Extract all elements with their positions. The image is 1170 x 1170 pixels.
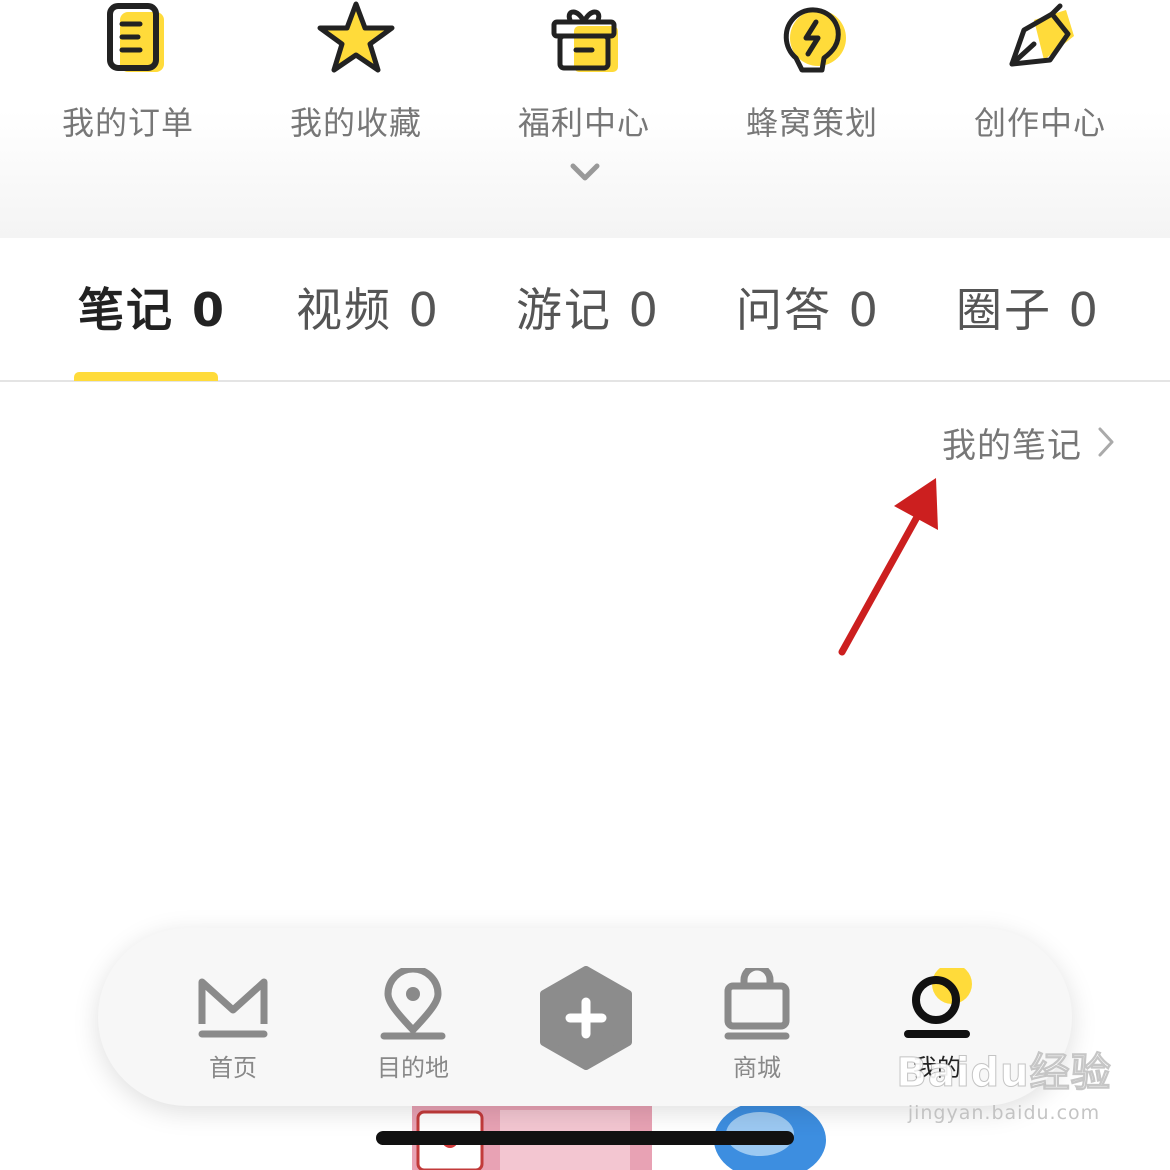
my-notes-link[interactable]: 我的笔记 <box>942 418 1116 466</box>
home-m-icon <box>198 978 268 1038</box>
my-notes-label: 我的笔记 <box>942 425 1082 466</box>
tab-notes[interactable]: 笔记 0 <box>78 280 226 340</box>
watermark-brand: Baidu经验 <box>896 1050 1112 1097</box>
active-tab-indicator <box>74 372 218 381</box>
add-hexagon-icon[interactable] <box>536 966 636 1070</box>
content-tabs: 笔记 0 视频 0 游记 0 问答 0 圈子 0 <box>0 238 1170 382</box>
nav-label: 商城 <box>733 1054 781 1082</box>
order-icon <box>107 3 164 72</box>
quick-item-welfare-center[interactable]: 福利中心 <box>470 0 698 150</box>
nav-mall[interactable]: 商城 <box>682 928 832 1106</box>
tab-travelogues[interactable]: 游记 0 <box>516 280 660 340</box>
star-icon <box>317 1 395 73</box>
bulb-icon <box>783 7 846 73</box>
tab-videos[interactable]: 视频 0 <box>296 280 440 340</box>
pen-icon <box>1009 3 1074 67</box>
annotation-arrow <box>838 478 938 656</box>
watermark: Baidu经验 jingyan.baidu.com <box>894 1040 1114 1125</box>
quick-item-creation-center[interactable]: 创作中心 <box>926 0 1154 150</box>
quick-item-label: 创作中心 <box>973 104 1106 142</box>
location-pin-icon <box>380 968 446 1040</box>
quick-menu: 我的订单 我的收藏 福利中心 蜂窝策划 创作中心 <box>0 0 1170 238</box>
home-indicator[interactable] <box>376 1131 794 1145</box>
nav-home[interactable]: 首页 <box>158 928 308 1106</box>
chevron-down-icon[interactable] <box>567 160 603 184</box>
nav-label: 首页 <box>209 1054 257 1082</box>
watermark-url: jingyan.baidu.com <box>907 1102 1101 1124</box>
quick-item-label: 蜂窝策划 <box>745 104 878 142</box>
quick-item-hive-planning[interactable]: 蜂窝策划 <box>698 0 926 150</box>
tab-qa[interactable]: 问答 0 <box>736 280 880 340</box>
quick-item-my-orders[interactable]: 我的订单 <box>14 0 242 150</box>
quick-item-label: 我的收藏 <box>289 104 422 142</box>
shopping-bag-icon <box>724 968 790 1040</box>
nav-label: 目的地 <box>377 1054 449 1082</box>
quick-item-label: 我的订单 <box>61 104 194 142</box>
tab-circles[interactable]: 圈子 0 <box>956 280 1100 340</box>
chevron-right-icon <box>1098 427 1114 457</box>
profile-icon <box>904 968 972 1038</box>
gift-icon <box>551 9 618 72</box>
quick-item-label: 福利中心 <box>517 104 650 142</box>
nav-destination[interactable]: 目的地 <box>338 928 488 1106</box>
quick-item-my-favorites[interactable]: 我的收藏 <box>242 0 470 150</box>
